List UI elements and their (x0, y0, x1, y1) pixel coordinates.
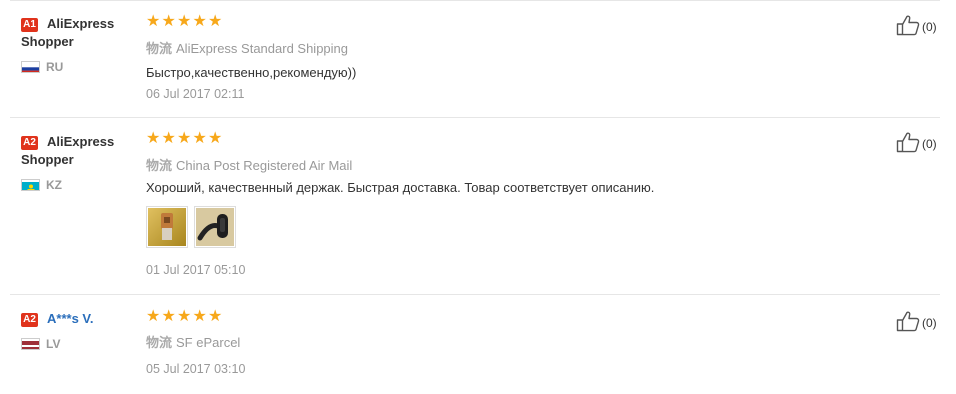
country-code: RU (46, 60, 64, 74)
review-date: 01 Jul 2017 05:10 (146, 263, 246, 277)
reviewer-name-link[interactable]: A***s V. (47, 310, 147, 328)
star-icon: ★ (161, 130, 176, 147)
star-icon: ★ (192, 13, 207, 30)
like-count: (0) (922, 19, 937, 34)
reviewer-country: RU (21, 60, 63, 74)
buyer-level-badge: A2 (21, 313, 38, 327)
shipping-label: 物流 (146, 41, 173, 56)
shipping-label: 物流 (146, 158, 173, 173)
shipping-method: 物流 SF eParcel (146, 332, 240, 351)
like-count: (0) (922, 136, 937, 151)
shipping-method: 物流 AliExpress Standard Shipping (146, 38, 348, 57)
like-button[interactable]: (0) (896, 14, 937, 39)
reviewer-name: AliExpress Shopper (21, 134, 115, 167)
flag-lv-icon (21, 338, 40, 350)
rating-stars: ★ ★ ★ ★ ★ (146, 308, 223, 325)
star-icon: ★ (208, 308, 223, 325)
star-icon: ★ (192, 130, 207, 147)
like-button[interactable]: (0) (896, 131, 937, 156)
country-code: KZ (46, 178, 62, 192)
rating-stars: ★ ★ ★ ★ ★ (146, 130, 223, 147)
review-text: Хороший, качественный держак. Быстрая до… (146, 180, 655, 195)
star-icon: ★ (177, 308, 192, 325)
star-icon: ★ (161, 13, 176, 30)
star-icon: ★ (146, 308, 161, 325)
rating-stars: ★ ★ ★ ★ ★ (146, 13, 223, 30)
like-button[interactable]: (0) (896, 310, 937, 335)
star-icon: ★ (146, 130, 161, 147)
review-photos (146, 206, 236, 248)
star-icon: ★ (146, 13, 161, 30)
review-text: Быстро,качественно,рекомендую)) (146, 65, 357, 80)
review-photo-2[interactable] (194, 206, 236, 248)
thumbs-up-icon (896, 310, 920, 335)
thumbs-up-icon (896, 131, 920, 156)
star-icon: ★ (177, 13, 192, 30)
reviewer-country: LV (21, 337, 60, 351)
thumbs-up-icon (896, 14, 920, 39)
review-date: 05 Jul 2017 03:10 (146, 362, 246, 376)
reviewer-name: AliExpress Shopper (21, 16, 115, 49)
flag-kz-icon (21, 179, 40, 191)
reviewer-country: KZ (21, 178, 62, 192)
flag-ru-icon (21, 61, 40, 73)
review-item: A2 AliExpress Shopper KZ ★ ★ ★ ★ ★ 物流 China P… (0, 118, 956, 295)
star-icon: ★ (161, 308, 176, 325)
star-icon: ★ (192, 308, 207, 325)
star-icon: ★ (208, 13, 223, 30)
shipping-label: 物流 (146, 335, 173, 350)
shipping-name: SF eParcel (176, 335, 241, 350)
review-photo-1[interactable] (146, 206, 188, 248)
star-icon: ★ (208, 130, 223, 147)
like-count: (0) (922, 315, 937, 330)
star-icon: ★ (177, 130, 192, 147)
review-item: A2 A***s V. LV ★ ★ ★ ★ ★ 物流 SF eParcel 05 Jul… (0, 295, 956, 394)
shipping-method: 物流 China Post Registered Air Mail (146, 155, 352, 174)
shipping-name: China Post Registered Air Mail (176, 158, 353, 173)
review-item: A1 AliExpress Shopper RU ★ ★ ★ ★ ★ 物流 AliExpr… (0, 0, 956, 118)
shipping-name: AliExpress Standard Shipping (176, 41, 349, 56)
review-date: 06 Jul 2017 02:11 (146, 87, 245, 101)
country-code: LV (46, 337, 61, 351)
